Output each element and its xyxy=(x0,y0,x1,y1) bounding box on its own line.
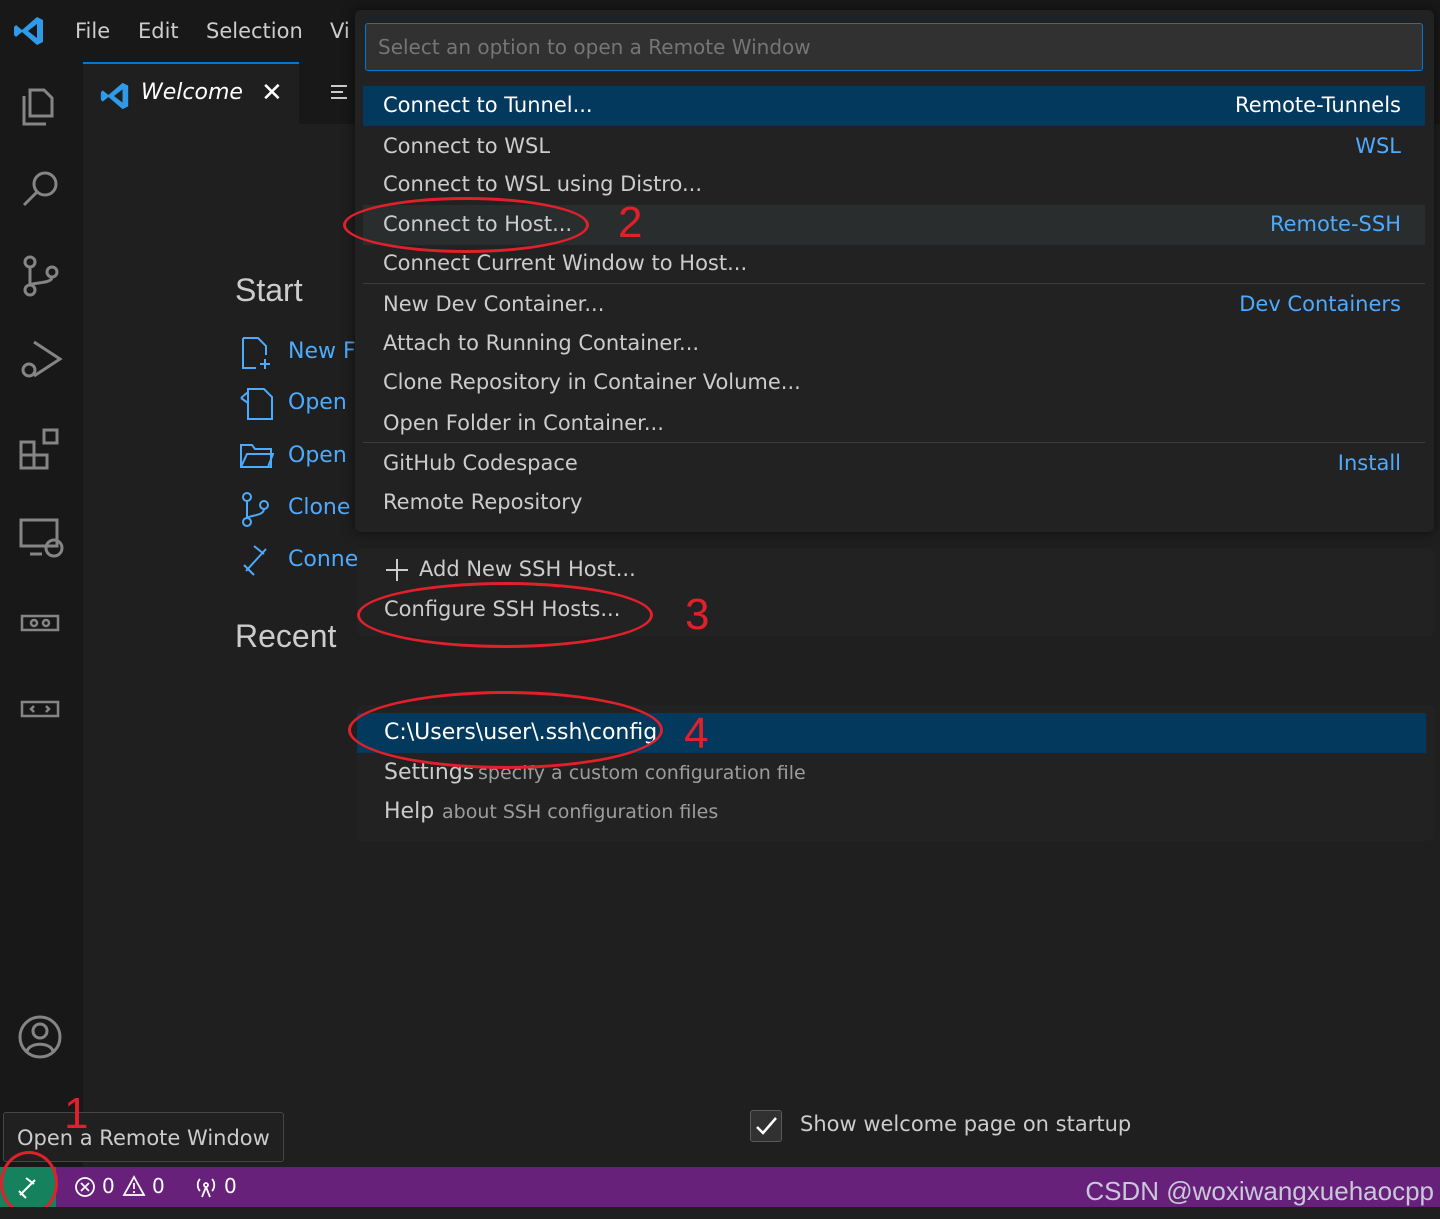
annotation-ellipse-1 xyxy=(0,1151,58,1215)
option-connect-to-tunnel[interactable]: Connect to Tunnel... Remote-Tunnels xyxy=(363,86,1425,126)
remote-explorer-icon[interactable] xyxy=(16,512,66,562)
ports-icon[interactable] xyxy=(194,1175,218,1199)
quick-pick-input[interactable] xyxy=(365,23,1423,71)
error-icon[interactable] xyxy=(74,1176,96,1198)
vscode-logo-icon xyxy=(14,17,43,45)
start-item-label: New F xyxy=(288,339,356,364)
annotation-number-1: 1 xyxy=(64,1089,89,1138)
option-remote-repository[interactable]: Remote Repository xyxy=(363,483,1425,523)
config-help-option[interactable]: Help about SSH configuration files xyxy=(357,792,1426,832)
start-item-label: Conne xyxy=(288,547,359,572)
warning-count[interactable]: 0 xyxy=(152,1174,165,1198)
show-welcome-label: Show welcome page on startup xyxy=(800,1112,1132,1136)
open-folder-icon xyxy=(240,444,274,468)
source-control-icon[interactable] xyxy=(16,250,66,300)
bottom-strip xyxy=(0,1207,1440,1219)
menu-edit[interactable]: Edit xyxy=(138,16,179,46)
start-heading: Start xyxy=(235,272,303,308)
extensions-icon[interactable] xyxy=(16,424,66,474)
option-label: Help xyxy=(384,799,435,824)
option-connect-current-window[interactable]: Connect Current Window to Host... xyxy=(363,244,1425,284)
start-item-label: Open xyxy=(288,390,347,415)
close-icon[interactable]: ✕ xyxy=(261,78,283,108)
codespaces-icon[interactable] xyxy=(16,684,66,734)
option-connect-to-wsl-distro[interactable]: Connect to WSL using Distro... xyxy=(363,165,1425,205)
separator xyxy=(363,283,1425,284)
separator xyxy=(363,442,1425,443)
option-label: Open Folder in Container... xyxy=(383,411,664,435)
option-group: Dev Containers xyxy=(1239,292,1401,316)
run-debug-icon[interactable] xyxy=(16,334,66,384)
error-count[interactable]: 0 xyxy=(102,1174,115,1198)
option-label: Attach to Running Container... xyxy=(383,331,700,355)
tab-welcome[interactable]: Welcome ✕ xyxy=(83,62,299,124)
recent-heading: Recent xyxy=(235,618,337,654)
option-label: Connect Current Window to Host... xyxy=(383,251,748,275)
annotation-ellipse-4 xyxy=(348,691,663,769)
ports-count[interactable]: 0 xyxy=(224,1174,237,1198)
option-label: Clone Repository in Container Volume... xyxy=(383,370,801,394)
open-file-icon xyxy=(240,388,273,420)
option-group: Remote-SSH xyxy=(1269,212,1401,236)
watermark: CSDN @woxiwangxuehaocpp xyxy=(1085,1176,1434,1206)
option-open-folder-container[interactable]: Open Folder in Container... xyxy=(363,404,1425,444)
option-label: Connect to WSL using Distro... xyxy=(383,172,702,196)
remote-connect-icon xyxy=(243,545,267,576)
explorer-icon[interactable] xyxy=(16,80,66,130)
checkbox[interactable] xyxy=(750,1110,782,1142)
option-label: Connect to WSL xyxy=(383,134,551,158)
menu-file[interactable]: File xyxy=(75,16,110,46)
annotation-ellipse-3 xyxy=(357,582,653,648)
option-description: about SSH configuration files xyxy=(442,801,719,823)
accounts-icon[interactable] xyxy=(16,1012,66,1062)
search-icon[interactable] xyxy=(16,164,66,214)
annotation-number-2: 2 xyxy=(618,198,643,247)
tooltip-text: Open a Remote Window xyxy=(17,1126,270,1150)
checkmark-icon xyxy=(756,1117,777,1135)
menu-view[interactable]: Vi xyxy=(330,16,350,46)
option-github-codespace[interactable]: GitHub Codespace Install xyxy=(363,444,1425,484)
option-group: Remote-Tunnels xyxy=(1235,93,1401,117)
start-item-label: Open xyxy=(288,443,347,468)
menu-selection[interactable]: Selection xyxy=(206,16,303,46)
option-group: WSL xyxy=(1355,134,1401,158)
option-label: Connect to Tunnel... xyxy=(383,93,593,117)
warning-icon[interactable] xyxy=(122,1175,146,1197)
remote-quick-pick: Connect to Tunnel... Remote-Tunnels Conn… xyxy=(355,10,1434,532)
option-clone-repo-volume[interactable]: Clone Repository in Container Volume... xyxy=(363,363,1425,403)
option-label: Remote Repository xyxy=(383,490,583,514)
start-item-label: Clone xyxy=(288,495,351,520)
vscode-logo-icon xyxy=(100,82,129,110)
new-file-icon xyxy=(242,337,270,369)
tooltip: Open a Remote Window xyxy=(3,1112,284,1162)
document-icon[interactable] xyxy=(327,80,353,106)
option-label: GitHub Codespace xyxy=(383,451,578,475)
tab-welcome-label: Welcome xyxy=(141,80,243,105)
option-group: Install xyxy=(1337,451,1401,475)
option-attach-container[interactable]: Attach to Running Container... xyxy=(363,324,1425,364)
option-connect-to-wsl[interactable]: Connect to WSL WSL xyxy=(363,127,1425,167)
source-control-icon xyxy=(242,492,269,527)
containers-icon[interactable] xyxy=(16,598,66,648)
annotation-ellipse-2 xyxy=(343,197,589,253)
add-icon xyxy=(386,559,408,581)
option-new-dev-container[interactable]: New Dev Container... Dev Containers xyxy=(363,285,1425,325)
annotation-number-4: 4 xyxy=(684,709,709,758)
activity-bar xyxy=(0,62,83,1167)
option-label: New Dev Container... xyxy=(383,292,605,316)
annotation-number-3: 3 xyxy=(685,590,710,639)
add-ssh-host-option[interactable]: Add New SSH Host... xyxy=(419,557,636,581)
